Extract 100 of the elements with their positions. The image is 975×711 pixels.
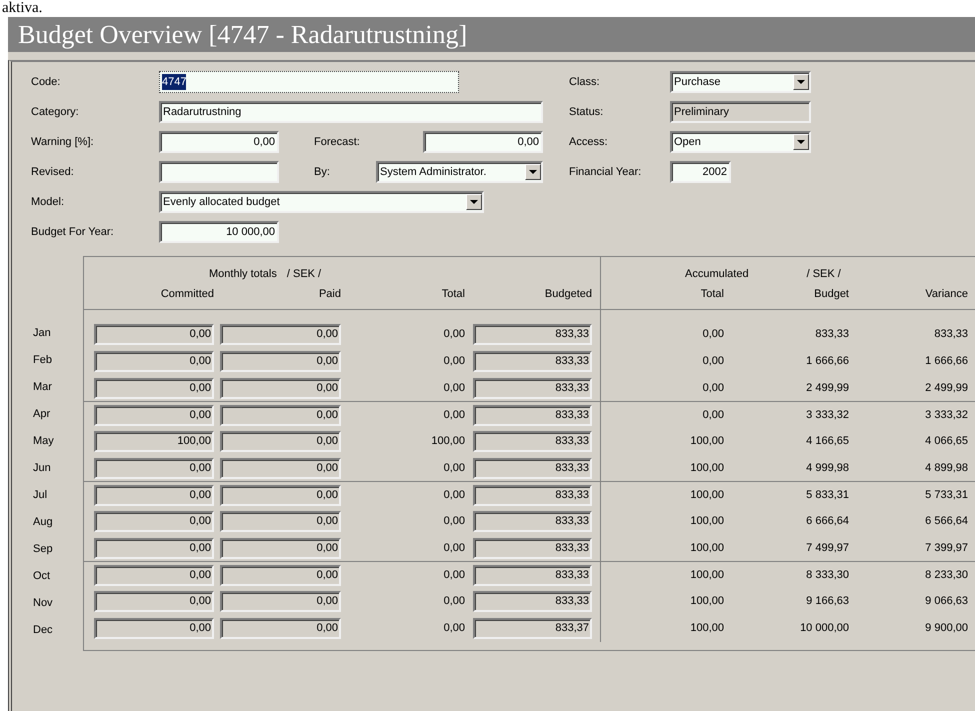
column-header: Committed — [160, 286, 214, 302]
amount-field: 833,37 — [473, 618, 592, 639]
table-cell-text: 9 900,00 — [925, 621, 968, 636]
amount-field: 0,00 — [220, 511, 341, 532]
table-cell-text: 100,00 — [690, 434, 724, 450]
table-cell-text: 0,00 — [702, 381, 724, 396]
amount-field: 833,33 — [473, 484, 592, 506]
amount-field: 0,00 — [94, 458, 214, 479]
table-cell-text: 0,00 — [444, 514, 465, 530]
dropdown[interactable]: System Administrator. — [376, 161, 543, 183]
amount-field: 0,00 — [220, 564, 341, 586]
table-cell-text: 0,00 — [444, 621, 465, 636]
caret-icon — [529, 170, 537, 174]
table-cell-text: 0,00 — [444, 594, 465, 610]
amount-field: 833,33 — [473, 378, 592, 399]
amount-field: 833,33 — [473, 351, 592, 372]
amount-field: 0,00 — [220, 538, 341, 559]
table-cell-text: 100,00 — [690, 461, 724, 476]
field-label: Access: — [569, 136, 608, 148]
month-label: Oct — [33, 569, 50, 584]
code-field[interactable]: 4747 — [159, 71, 459, 93]
table-cell-text: 100,00 — [690, 568, 724, 583]
field-label: Model: — [31, 196, 64, 208]
text-field[interactable]: Radarutrustning — [159, 101, 543, 123]
group-title: Monthly totals — [209, 266, 277, 282]
table-cell-text: 7 499,97 — [806, 541, 849, 556]
amount-field: 0,00 — [94, 511, 214, 532]
table-cell-text: 3 333,32 — [806, 408, 849, 423]
caret-icon — [470, 200, 478, 204]
table-cell-text: 6 666,64 — [806, 514, 849, 530]
text-field[interactable]: 2002 — [670, 161, 731, 183]
amount-field: 0,00 — [94, 378, 214, 399]
table-cell-text: 0,00 — [444, 568, 465, 583]
table-cell-text: 9 066,63 — [925, 594, 968, 610]
table-cell-text: 833,33 — [815, 327, 849, 342]
month-label: Apr — [33, 407, 50, 422]
table-cell-text: 9 166,63 — [806, 594, 849, 610]
text-field[interactable] — [159, 161, 279, 183]
field-label: Category: — [31, 106, 79, 118]
column-header: Total — [442, 286, 465, 302]
window-title: Budget Overview [4747 - Radarutrustning] — [8, 17, 975, 52]
dropdown[interactable]: Evenly allocated budget — [159, 191, 484, 213]
amount-field: 833,33 — [473, 431, 592, 452]
table-cell-text: 4 166,65 — [806, 434, 849, 450]
amount-field: 0,00 — [94, 324, 214, 345]
group-title: Accumulated — [685, 266, 749, 282]
field-label: By: — [314, 166, 330, 178]
table-cell-text: 100,00 — [690, 621, 724, 636]
table-cell-text: 0,00 — [444, 488, 465, 503]
amount-field: 0,00 — [220, 351, 341, 372]
table-cell-text: 10 000,00 — [800, 621, 849, 636]
amount-field: 0,00 — [94, 538, 214, 559]
field-label: Revised: — [31, 166, 74, 178]
table-cell-text: 100,00 — [690, 488, 724, 503]
dropdown[interactable]: Open — [670, 131, 811, 153]
column-header: Total — [700, 286, 724, 302]
caret-icon — [797, 140, 805, 144]
table-cell-text: 4 899,98 — [925, 461, 968, 476]
field-label: Warning [%]: — [31, 136, 94, 148]
table-cell-text: 0,00 — [444, 408, 465, 423]
amount-field: 833,33 — [473, 458, 592, 479]
amount-field: 833,33 — [473, 404, 592, 426]
month-label: May — [33, 434, 54, 450]
unit-label: / SEK / — [286, 266, 322, 282]
table-cell-text: 7 399,97 — [925, 541, 968, 556]
field-label: Budget For Year: — [31, 226, 114, 238]
month-label: Aug — [33, 515, 53, 530]
table-cell-text: 100,00 — [431, 434, 465, 450]
amount-field: 0,00 — [220, 458, 341, 479]
text-field[interactable]: 0,00 — [159, 131, 279, 153]
table-cell-text: 0,00 — [702, 408, 724, 423]
amount-field: 0,00 — [220, 484, 341, 506]
field-label: Forecast: — [314, 136, 360, 148]
month-label: Jun — [33, 461, 51, 476]
table-cell-text: 0,00 — [444, 541, 465, 556]
table-cell-text: 0,00 — [702, 354, 724, 370]
amount-field: 0,00 — [220, 324, 341, 345]
table-cell-text: 1 666,66 — [806, 354, 849, 370]
table-cell-text: 5 733,31 — [925, 488, 968, 503]
table-cell-text: 8 233,30 — [925, 568, 968, 583]
table-cell-text: 6 566,64 — [925, 514, 968, 530]
amount-field: 833,33 — [473, 564, 592, 586]
amount-field: 0,00 — [220, 378, 341, 399]
table-cell-text: 8 333,30 — [806, 568, 849, 583]
month-label: Nov — [33, 596, 53, 612]
table-cell-text: 4 066,65 — [925, 434, 968, 450]
amount-field: 833,33 — [473, 511, 592, 532]
amount-field: 0,00 — [220, 431, 341, 452]
month-label: Sep — [33, 542, 53, 558]
amount-field: 0,00 — [94, 591, 214, 612]
dropdown[interactable]: Purchase — [670, 71, 811, 93]
amount-field: 0,00 — [220, 591, 341, 612]
text-field[interactable]: 0,00 — [423, 131, 543, 153]
month-label: Feb — [33, 353, 52, 368]
amount-field: 833,33 — [473, 591, 592, 612]
text-field[interactable]: 10 000,00 — [159, 221, 279, 243]
amount-field: 0,00 — [94, 618, 214, 639]
amount-field: 0,00 — [94, 404, 214, 426]
table-cell-text: 2 499,99 — [925, 381, 968, 396]
field-label: Code: — [31, 76, 60, 88]
